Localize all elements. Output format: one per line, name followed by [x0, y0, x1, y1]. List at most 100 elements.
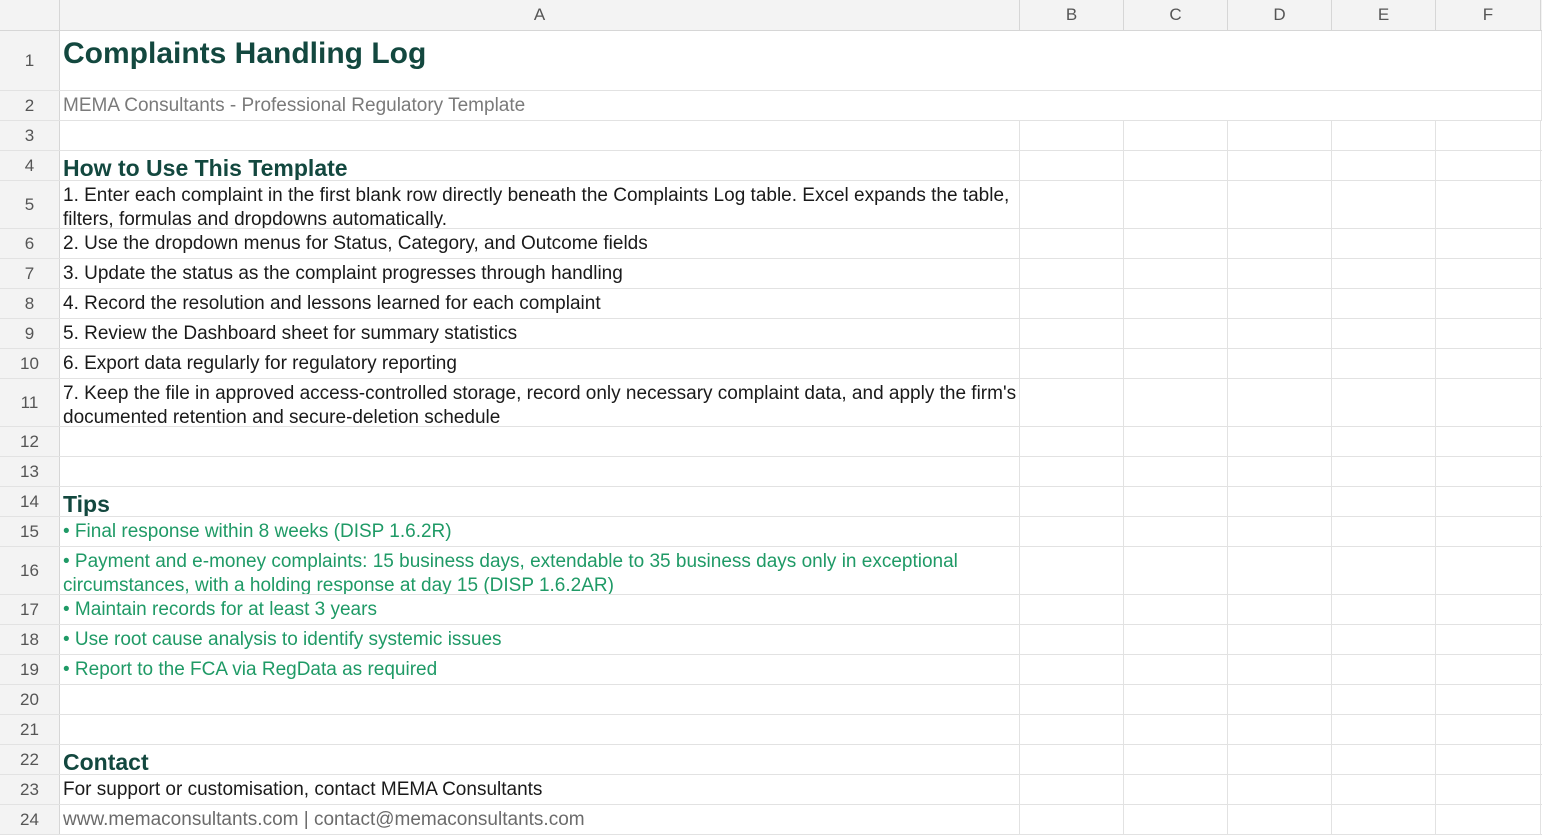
instruction-7[interactable]: 7. Keep the file in approved access-cont…: [60, 379, 1020, 426]
cell[interactable]: [1228, 715, 1332, 744]
cell[interactable]: [1020, 745, 1124, 774]
row-header[interactable]: 21: [0, 715, 60, 744]
row-header[interactable]: 1: [0, 31, 60, 90]
cell[interactable]: [1436, 775, 1541, 804]
column-header-f[interactable]: F: [1436, 0, 1541, 30]
row-header[interactable]: 14: [0, 487, 60, 516]
cell[interactable]: [1020, 259, 1124, 288]
cell[interactable]: [1332, 805, 1436, 834]
cell[interactable]: [1020, 715, 1124, 744]
cell[interactable]: [1332, 715, 1436, 744]
cell[interactable]: [1436, 517, 1541, 546]
cell[interactable]: [1124, 121, 1228, 150]
cell[interactable]: [1228, 655, 1332, 684]
row-header[interactable]: 17: [0, 595, 60, 624]
cell[interactable]: [1124, 229, 1228, 258]
cell[interactable]: [1332, 289, 1436, 318]
cell[interactable]: [1332, 229, 1436, 258]
cell-a13[interactable]: [60, 457, 1020, 486]
cell[interactable]: [1228, 349, 1332, 378]
cell[interactable]: [1332, 745, 1436, 774]
cell[interactable]: [1020, 289, 1124, 318]
cell[interactable]: [1124, 715, 1228, 744]
cell[interactable]: [1332, 625, 1436, 654]
cell[interactable]: [1124, 259, 1228, 288]
cell[interactable]: [1020, 655, 1124, 684]
cell[interactable]: [1436, 151, 1541, 180]
cell[interactable]: [1020, 457, 1124, 486]
cell[interactable]: [1020, 379, 1124, 426]
cell[interactable]: [1436, 229, 1541, 258]
cell[interactable]: [1020, 805, 1124, 834]
cell[interactable]: [1436, 259, 1541, 288]
cell[interactable]: [1124, 685, 1228, 714]
cell[interactable]: [1020, 685, 1124, 714]
cell[interactable]: [1332, 121, 1436, 150]
cell[interactable]: [1436, 457, 1541, 486]
row-header[interactable]: 18: [0, 625, 60, 654]
column-header-a[interactable]: A: [60, 0, 1020, 30]
cell[interactable]: [1124, 775, 1228, 804]
instruction-2[interactable]: 2. Use the dropdown menus for Status, Ca…: [60, 229, 1020, 258]
section-heading-how-to-use[interactable]: How to Use This Template: [60, 151, 1020, 180]
cell[interactable]: [1020, 229, 1124, 258]
cell[interactable]: [1436, 379, 1541, 426]
cell[interactable]: [1124, 595, 1228, 624]
instruction-6[interactable]: 6. Export data regularly for regulatory …: [60, 349, 1020, 378]
section-heading-tips[interactable]: Tips: [60, 487, 1020, 516]
cell[interactable]: [1124, 181, 1228, 228]
cell[interactable]: [1332, 517, 1436, 546]
cell[interactable]: [1228, 289, 1332, 318]
sheet-title[interactable]: Complaints Handling Log: [60, 31, 1542, 90]
cell[interactable]: [1332, 685, 1436, 714]
row-header[interactable]: 11: [0, 379, 60, 426]
instruction-1[interactable]: 1. Enter each complaint in the first bla…: [60, 181, 1020, 228]
contact-links[interactable]: www.memaconsultants.com | contact@memaco…: [60, 805, 1020, 834]
cell[interactable]: [1124, 745, 1228, 774]
cell[interactable]: [1332, 427, 1436, 456]
cell[interactable]: [1228, 229, 1332, 258]
cell[interactable]: [1332, 379, 1436, 426]
cell[interactable]: [1020, 517, 1124, 546]
cell[interactable]: [1020, 595, 1124, 624]
select-all-corner[interactable]: [0, 0, 60, 30]
cell[interactable]: [1332, 259, 1436, 288]
cell[interactable]: [1020, 151, 1124, 180]
cell[interactable]: [1228, 487, 1332, 516]
cell[interactable]: [1436, 289, 1541, 318]
cell[interactable]: [1332, 595, 1436, 624]
cell[interactable]: [1436, 745, 1541, 774]
row-header[interactable]: 19: [0, 655, 60, 684]
cell[interactable]: [1436, 181, 1541, 228]
cell[interactable]: [1228, 319, 1332, 348]
cell[interactable]: [1228, 595, 1332, 624]
instruction-5[interactable]: 5. Review the Dashboard sheet for summar…: [60, 319, 1020, 348]
cell[interactable]: [1332, 547, 1436, 594]
cell[interactable]: [1020, 181, 1124, 228]
row-header[interactable]: 12: [0, 427, 60, 456]
cell[interactable]: [1436, 655, 1541, 684]
cell[interactable]: [1436, 595, 1541, 624]
cell[interactable]: [1020, 625, 1124, 654]
cell[interactable]: [1228, 685, 1332, 714]
cell[interactable]: [1332, 181, 1436, 228]
row-header[interactable]: 22: [0, 745, 60, 774]
sheet-subtitle[interactable]: MEMA Consultants - Professional Regulato…: [60, 91, 1542, 120]
cell[interactable]: [1436, 685, 1541, 714]
cell[interactable]: [1332, 487, 1436, 516]
column-header-d[interactable]: D: [1228, 0, 1332, 30]
row-header[interactable]: 20: [0, 685, 60, 714]
row-header[interactable]: 13: [0, 457, 60, 486]
tip-3[interactable]: • Maintain records for at least 3 years: [60, 595, 1020, 624]
cell[interactable]: [1124, 547, 1228, 594]
tip-5[interactable]: • Report to the FCA via RegData as requi…: [60, 655, 1020, 684]
row-header[interactable]: 6: [0, 229, 60, 258]
cell[interactable]: [1436, 715, 1541, 744]
cell[interactable]: [1436, 319, 1541, 348]
cell[interactable]: [1124, 289, 1228, 318]
cell[interactable]: [1436, 547, 1541, 594]
cell[interactable]: [1124, 625, 1228, 654]
row-header[interactable]: 23: [0, 775, 60, 804]
cell[interactable]: [1124, 427, 1228, 456]
cell[interactable]: [1332, 151, 1436, 180]
